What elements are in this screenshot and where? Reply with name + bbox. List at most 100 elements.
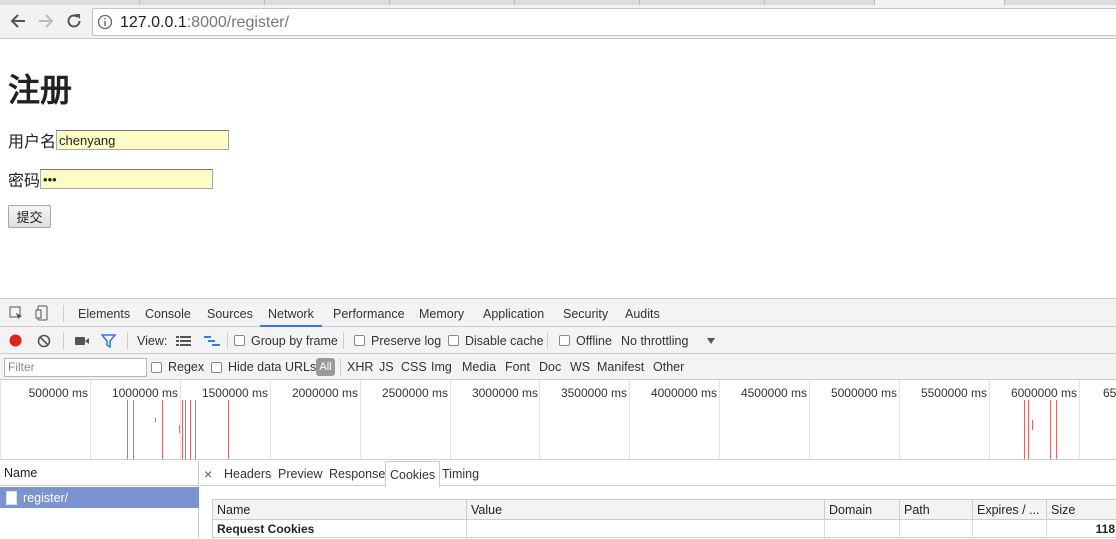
- throttling-select[interactable]: No throttling: [621, 327, 688, 354]
- filter-img[interactable]: Img: [431, 354, 452, 380]
- tab-response[interactable]: Response: [329, 461, 385, 486]
- device-toolbar-icon[interactable]: [35, 305, 50, 321]
- column-header-domain[interactable]: Domain: [825, 500, 900, 520]
- tab-preview[interactable]: Preview: [278, 461, 322, 486]
- tab-timing[interactable]: Timing: [442, 461, 479, 486]
- tab-memory[interactable]: Memory: [419, 299, 464, 327]
- tab-cookies[interactable]: Cookies: [385, 461, 441, 487]
- request-marker: [155, 418, 156, 422]
- tab-security[interactable]: Security: [563, 299, 608, 327]
- hide-data-urls-checkbox[interactable]: Hide data URLs: [211, 354, 316, 380]
- tab-headers[interactable]: Headers: [224, 461, 271, 486]
- throttling-value: No throttling: [621, 333, 689, 348]
- timeline-tick-label: 6000000 ms: [1010, 386, 1077, 400]
- back-arrow-icon: [10, 14, 25, 28]
- filter-other[interactable]: Other: [653, 354, 684, 380]
- throttling-dropdown-icon[interactable]: [706, 327, 716, 354]
- regex-checkbox[interactable]: Regex: [151, 354, 204, 380]
- request-detail-panel: × Headers Preview Response Cookies Timin…: [200, 461, 1116, 539]
- filter-font[interactable]: Font: [505, 354, 530, 380]
- overview-button[interactable]: [204, 327, 220, 354]
- large-rows-button[interactable]: [176, 327, 191, 354]
- group-by-frame-label: Group by frame: [251, 333, 338, 348]
- tab-application[interactable]: Application: [483, 299, 544, 327]
- filter-toggle-button[interactable]: [101, 327, 116, 354]
- filter-manifest[interactable]: Manifest: [597, 354, 644, 380]
- request-marker: [190, 400, 191, 459]
- name-column-header[interactable]: Name: [0, 461, 199, 486]
- group-by-frame-checkbox[interactable]: Group by frame: [234, 327, 338, 354]
- row-size: 118: [1095, 522, 1115, 536]
- column-header-size[interactable]: Size: [1047, 500, 1116, 520]
- disable-cache-checkbox[interactable]: Disable cache: [448, 327, 544, 354]
- filter-doc[interactable]: Doc: [539, 354, 561, 380]
- column-header-path[interactable]: Path: [900, 500, 973, 520]
- page-content: 注册 用户名 chenyang 密码 ••• 提交: [0, 40, 1116, 298]
- reload-icon: [67, 14, 81, 28]
- info-icon[interactable]: [97, 14, 113, 30]
- timeline-tick-label: 3500000 ms: [560, 386, 627, 400]
- tab-sources[interactable]: Sources: [207, 299, 253, 327]
- request-marker: [1028, 400, 1029, 459]
- request-marker: [162, 400, 163, 459]
- network-overview-timeline[interactable]: 500000 ms 1000000 ms 1500000 ms 2000000 …: [0, 380, 1116, 460]
- table-cell: [973, 520, 1047, 539]
- clear-button[interactable]: [37, 327, 51, 354]
- reload-button[interactable]: [62, 8, 86, 34]
- table-cell: [467, 520, 825, 539]
- checkbox-icon: [234, 335, 245, 346]
- column-header-expires[interactable]: Expires / ...: [973, 500, 1047, 520]
- password-input[interactable]: •••: [40, 169, 214, 189]
- address-bar[interactable]: 127.0.0.1:8000/register/: [92, 8, 1116, 36]
- timeline-tick-label: 1500000 ms: [201, 386, 268, 400]
- forward-button[interactable]: [34, 8, 58, 34]
- record-icon: [9, 334, 22, 347]
- capture-screenshots-button[interactable]: [74, 327, 90, 354]
- username-input[interactable]: chenyang: [56, 130, 230, 150]
- submit-button[interactable]: 提交: [8, 205, 51, 228]
- filter-css[interactable]: CSS: [401, 354, 427, 380]
- column-header-value[interactable]: Value: [467, 500, 825, 520]
- request-marker: [1050, 400, 1051, 459]
- filter-bar: Filter Regex Hide data URLs All XHR JS C…: [0, 354, 1116, 380]
- network-toolbar: View: Group by frame Preserve log Disabl…: [0, 327, 1116, 354]
- document-icon: [6, 490, 17, 505]
- tab-network[interactable]: Network: [260, 299, 322, 327]
- request-marker: [127, 400, 128, 459]
- username-label: 用户名: [8, 132, 57, 151]
- url-text: 127.0.0.1:8000/register/: [120, 14, 289, 32]
- detail-tab-bar: × Headers Preview Response Cookies Timin…: [200, 461, 1116, 487]
- list-view-icon: [176, 335, 191, 346]
- filter-ws[interactable]: WS: [570, 354, 590, 380]
- close-icon[interactable]: ×: [204, 461, 212, 486]
- timeline-tick-label: 3000000 ms: [471, 386, 538, 400]
- waterfall-icon: [204, 335, 220, 346]
- filter-js[interactable]: JS: [379, 354, 394, 380]
- chevron-down-icon: [707, 337, 715, 344]
- offline-checkbox[interactable]: Offline: [559, 327, 612, 354]
- back-button[interactable]: [6, 8, 30, 34]
- inspect-element-icon[interactable]: [9, 306, 24, 321]
- request-row[interactable]: register/: [0, 487, 199, 508]
- column-header-name[interactable]: Name: [213, 500, 467, 520]
- record-button[interactable]: [8, 327, 23, 354]
- disable-cache-label: Disable cache: [465, 333, 544, 348]
- filter-media[interactable]: Media: [462, 354, 496, 380]
- filter-funnel-icon: [101, 333, 116, 348]
- tab-elements[interactable]: Elements: [78, 299, 130, 327]
- request-marker: [1024, 400, 1025, 459]
- timeline-tick-label: 2500000 ms: [381, 386, 448, 400]
- timeline-tick-label: 4500000 ms: [740, 386, 807, 400]
- password-label: 密码: [8, 171, 41, 190]
- offline-label: Offline: [576, 333, 612, 348]
- tab-audits[interactable]: Audits: [625, 299, 660, 327]
- filter-xhr[interactable]: XHR: [347, 354, 373, 380]
- preserve-log-checkbox[interactable]: Preserve log: [354, 327, 441, 354]
- tab-console[interactable]: Console: [145, 299, 191, 327]
- filter-input[interactable]: Filter: [4, 358, 147, 377]
- video-camera-icon: [75, 336, 89, 345]
- preserve-log-label: Preserve log: [371, 333, 442, 348]
- tab-performance[interactable]: Performance: [333, 299, 405, 327]
- filter-all-button[interactable]: All: [316, 358, 335, 376]
- timeline-tick-label: 1000000 ms: [111, 386, 178, 400]
